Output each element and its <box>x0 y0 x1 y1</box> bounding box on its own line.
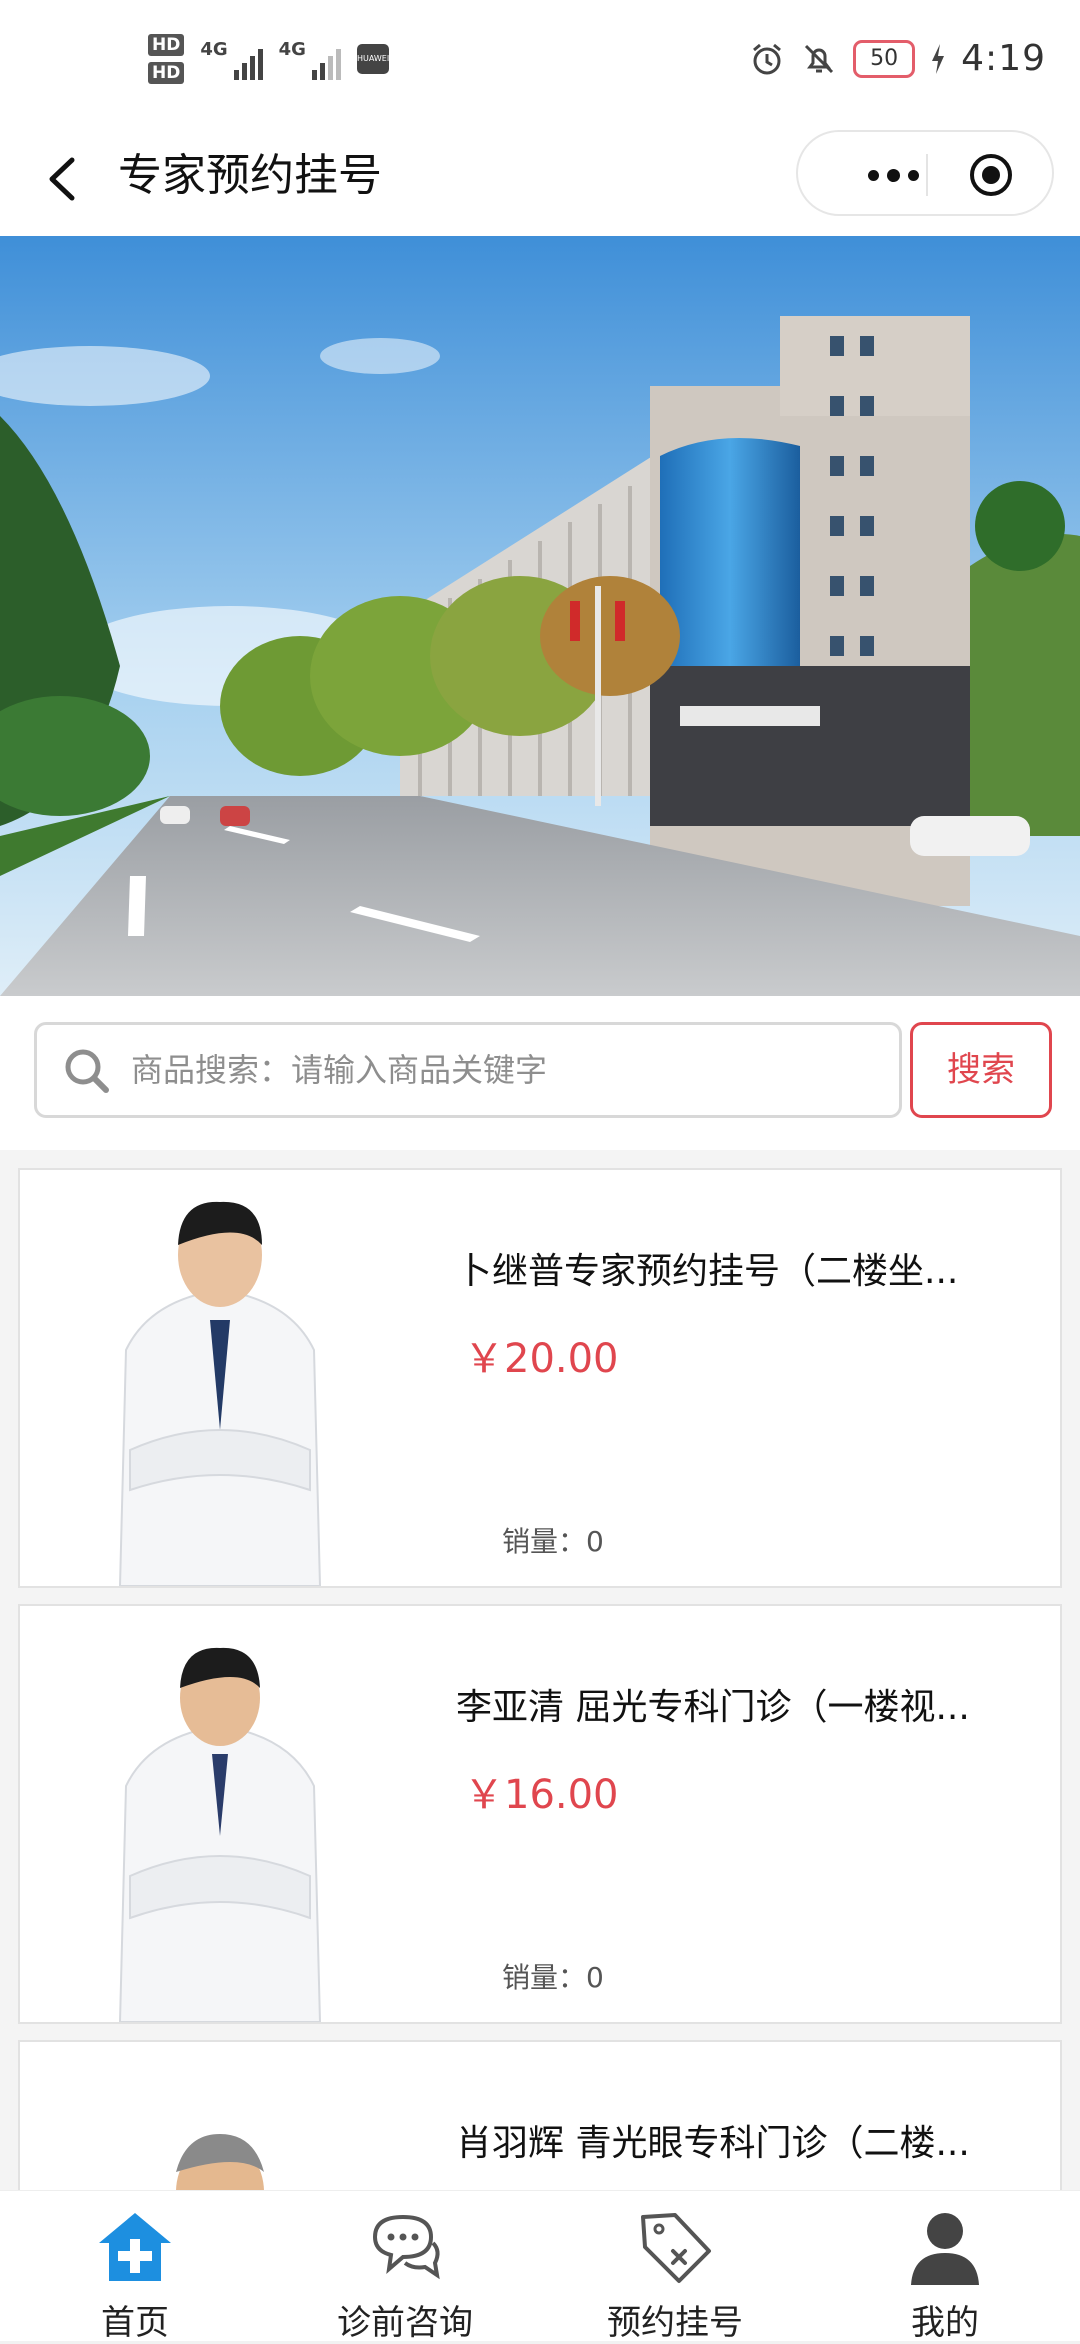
status-left: HD HD 4G 4G HUAWEI <box>148 34 389 84</box>
hd-badge-1: HD <box>148 34 185 56</box>
product-title: 李亚清 屈光专科门诊（一楼视... <box>456 1687 970 1728</box>
product-price: ￥20.00 <box>464 1336 619 1382</box>
close-target-icon[interactable] <box>968 152 1014 198</box>
tab-mine[interactable]: 我的 <box>810 2191 1080 2343</box>
capsule-divider <box>926 154 928 196</box>
signal-2: 4G <box>279 39 341 80</box>
huawei-app-icon: HUAWEI <box>356 44 389 74</box>
hd-indicators: HD HD <box>148 34 185 84</box>
hospital-banner-image[interactable] <box>0 236 1080 996</box>
tab-label: 首页 <box>101 2303 169 2343</box>
tab-label: 我的 <box>911 2303 979 2343</box>
network-type-2: 4G <box>278 38 306 60</box>
mute-bell-icon <box>805 44 834 73</box>
tab-home[interactable]: 首页 <box>0 2191 270 2343</box>
chat-bubbles-icon <box>372 2214 440 2280</box>
more-dots-icon[interactable] <box>838 155 948 195</box>
signal-bars-icon <box>311 44 341 80</box>
doctor-photo <box>118 1647 322 2022</box>
tab-consult[interactable]: 诊前咨询 <box>270 2191 540 2343</box>
search-icon <box>65 1049 109 1093</box>
back-arrow-icon[interactable] <box>36 148 96 208</box>
clock: 4:19 <box>961 38 1046 79</box>
alarm-icon <box>753 43 782 74</box>
tab-label: 预约挂号 <box>607 2303 743 2343</box>
search-placeholder: 商品搜索：请输入商品关键字 <box>131 1051 548 1089</box>
search-input[interactable]: 商品搜索：请输入商品关键字 <box>34 1022 902 1118</box>
product-card[interactable]: 李亚清 屈光专科门诊（一楼视... ￥16.00 销量：0 <box>18 1604 1062 2024</box>
search-button[interactable]: 搜索 <box>910 1022 1052 1118</box>
signal-bars-icon <box>233 44 263 80</box>
network-type-1: 4G <box>200 38 228 60</box>
charging-icon <box>932 43 945 74</box>
hd-badge-2: HD <box>148 62 185 84</box>
person-icon <box>911 2213 979 2285</box>
page-title: 专家预约挂号 <box>118 150 382 201</box>
status-right: 50 4:19 <box>749 38 1046 79</box>
product-list: 卜继普专家预约挂号（二楼坐... ￥20.00 销量：0 李亚清 屈光专科门诊（… <box>0 1150 1080 2190</box>
product-sales: 销量：0 <box>502 1961 604 1994</box>
product-card[interactable]: 卜继普专家预约挂号（二楼坐... ￥20.00 销量：0 <box>18 1168 1062 1588</box>
battery-icon: 50 <box>853 39 916 78</box>
doctor-photo <box>118 1201 322 1586</box>
product-price: ￥16.00 <box>464 1772 619 1818</box>
tab-appointment[interactable]: 预约挂号 <box>540 2191 810 2343</box>
mini-program-capsule <box>796 130 1054 216</box>
product-title: 肖羽辉 青光眼专科门诊（二楼... <box>456 2123 970 2164</box>
home-plus-icon <box>99 2213 171 2281</box>
bottom-tab-bar: 首页 诊前咨询 预约挂号 我的 <box>0 2190 1080 2343</box>
product-card[interactable]: 肖羽辉 青光眼专科门诊（二楼... <box>18 2040 1062 2190</box>
product-title: 卜继普专家预约挂号（二楼坐... <box>456 1251 959 1292</box>
banner-illustration <box>0 236 1080 996</box>
tab-label: 诊前咨询 <box>337 2303 473 2343</box>
tag-icon <box>641 2213 711 2283</box>
doctor-photo <box>176 2134 264 2190</box>
nav-bar: 专家预约挂号 <box>0 130 1080 236</box>
signal-1: 4G <box>200 38 263 80</box>
search-bar: 商品搜索：请输入商品关键字 搜索 <box>0 996 1080 1150</box>
status-bar: HD HD 4G 4G HUAWEI 50 4:19 <box>0 0 1080 130</box>
product-sales: 销量：0 <box>502 1525 604 1558</box>
